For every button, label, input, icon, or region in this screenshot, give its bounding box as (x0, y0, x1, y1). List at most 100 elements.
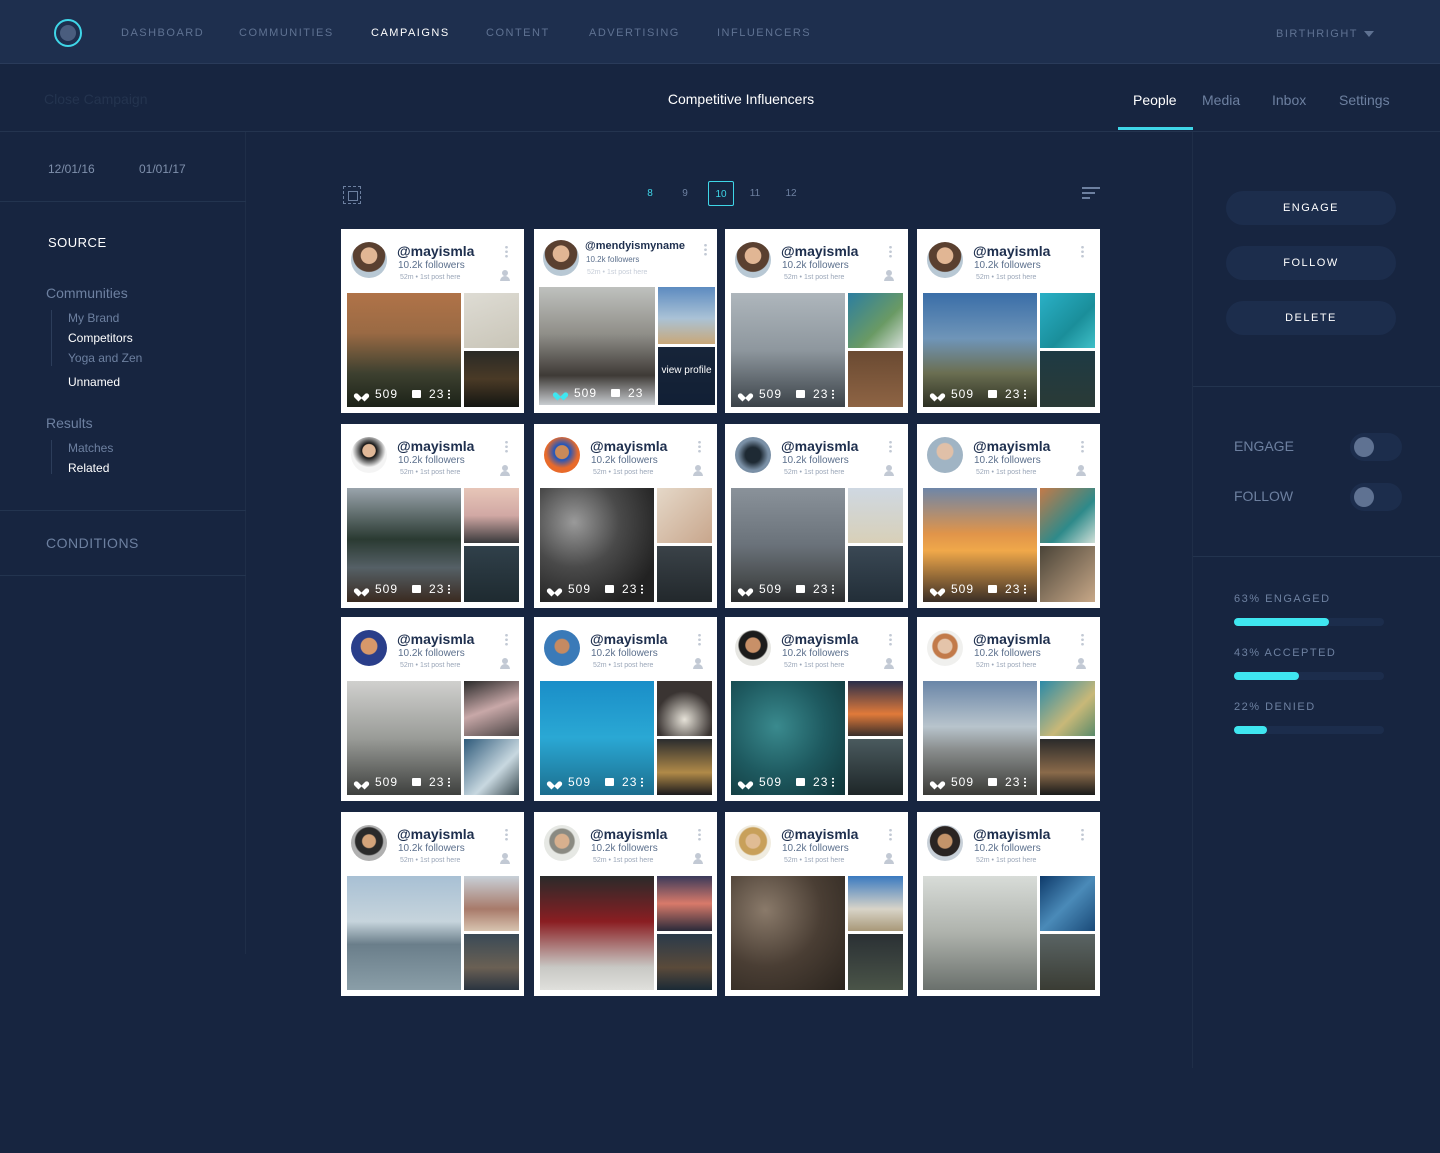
comment-icon[interactable] (988, 778, 998, 786)
heart-icon[interactable] (550, 585, 560, 594)
post-image[interactable] (657, 681, 712, 736)
page-11[interactable]: 11 (742, 181, 768, 206)
username[interactable]: @mayismla (397, 243, 474, 259)
post-image[interactable] (1040, 934, 1095, 990)
more-options-icon[interactable] (505, 245, 508, 258)
heart-icon[interactable] (357, 778, 367, 787)
influencer-card[interactable]: @mayismla 10.2k followers 52m • 1st post… (534, 812, 717, 996)
more-options-icon[interactable] (505, 440, 508, 453)
username[interactable]: @mayismla (973, 826, 1050, 842)
post-image[interactable] (464, 739, 519, 795)
avatar[interactable] (544, 825, 580, 861)
page-9[interactable]: 9 (672, 181, 698, 206)
more-options-icon[interactable] (889, 440, 892, 453)
more-options-icon[interactable] (505, 828, 508, 841)
influencer-card[interactable]: @mayismla 10.2k followers 52m • 1st post… (341, 229, 524, 413)
avatar[interactable] (351, 825, 387, 861)
tab-settings[interactable]: Settings (1339, 92, 1390, 108)
add-user-icon[interactable] (881, 658, 895, 670)
post-image[interactable] (464, 293, 519, 348)
sort-icon[interactable] (1082, 187, 1100, 201)
engage-button[interactable]: ENGAGE (1226, 191, 1396, 225)
chevron-down-icon[interactable] (1364, 31, 1374, 37)
add-user-icon[interactable] (1073, 465, 1087, 477)
more-options-icon[interactable] (698, 828, 701, 841)
more-options-icon[interactable] (698, 633, 701, 646)
community-yoga-and-zen[interactable]: Yoga and Zen (68, 351, 142, 365)
community-competitors[interactable]: Competitors (68, 331, 133, 345)
more-options-icon[interactable] (1081, 633, 1084, 646)
influencer-card[interactable]: @mayismla 10.2k followers 52m • 1st post… (341, 424, 524, 608)
nav-advertising[interactable]: ADVERTISING (589, 27, 680, 39)
results-matches[interactable]: Matches (68, 441, 113, 455)
post-image[interactable] (658, 287, 715, 344)
post-image[interactable] (1040, 739, 1095, 795)
influencer-card[interactable]: @mayismla 10.2k followers 52m • 1st post… (725, 424, 908, 608)
avatar[interactable] (735, 242, 771, 278)
nav-dashboard[interactable]: DASHBOARD (121, 27, 204, 39)
avatar[interactable] (543, 240, 579, 276)
page-8[interactable]: 8 (637, 181, 663, 206)
nav-campaigns[interactable]: CAMPAIGNS (371, 27, 450, 39)
heart-icon[interactable] (741, 585, 751, 594)
add-user-icon[interactable] (881, 465, 895, 477)
heart-icon[interactable] (933, 390, 943, 399)
influencer-card[interactable]: @mayismla 10.2k followers 52m • 1st post… (341, 617, 524, 801)
influencer-card[interactable]: @mendyismyname 10.2k followers 52m • 1st… (534, 229, 717, 413)
more-icon[interactable] (1024, 777, 1027, 787)
follow-button[interactable]: FOLLOW (1226, 246, 1396, 280)
post-image[interactable] (464, 681, 519, 736)
post-image-main[interactable] (347, 876, 461, 990)
avatar[interactable] (351, 242, 387, 278)
post-image[interactable] (848, 681, 903, 736)
more-icon[interactable] (448, 389, 451, 399)
post-image[interactable] (657, 876, 712, 931)
username[interactable]: @mayismla (590, 438, 667, 454)
post-image[interactable] (464, 934, 519, 990)
influencer-card[interactable]: @mayismla 10.2k followers 52m • 1st post… (725, 229, 908, 413)
heart-icon[interactable] (556, 389, 566, 398)
influencer-card[interactable]: @mayismla 10.2k followers 52m • 1st post… (917, 424, 1100, 608)
comment-icon[interactable] (605, 778, 615, 786)
influencer-card[interactable]: @mayismla 10.2k followers 52m • 1st post… (917, 229, 1100, 413)
communities-label[interactable]: Communities (46, 285, 128, 301)
avatar[interactable] (351, 437, 387, 473)
more-icon[interactable] (832, 584, 835, 594)
post-image-main[interactable] (731, 876, 845, 990)
add-user-icon[interactable] (881, 853, 895, 865)
tab-inbox[interactable]: Inbox (1272, 92, 1306, 108)
username[interactable]: @mayismla (781, 631, 858, 647)
add-user-icon[interactable] (690, 853, 704, 865)
nav-influencers[interactable]: INFLUENCERS (717, 27, 811, 39)
post-image[interactable] (1040, 488, 1095, 543)
post-image[interactable] (657, 488, 712, 543)
engage-toggle[interactable] (1350, 433, 1402, 461)
more-options-icon[interactable] (889, 828, 892, 841)
add-user-icon[interactable] (497, 853, 511, 865)
add-user-icon[interactable] (497, 658, 511, 670)
heart-icon[interactable] (933, 585, 943, 594)
avatar[interactable] (544, 630, 580, 666)
nav-communities[interactable]: COMMUNITIES (239, 27, 334, 39)
results-label[interactable]: Results (46, 415, 93, 431)
add-user-icon[interactable] (690, 658, 704, 670)
more-icon[interactable] (832, 777, 835, 787)
more-options-icon[interactable] (1081, 245, 1084, 258)
more-options-icon[interactable] (704, 243, 707, 256)
heart-icon[interactable] (741, 778, 751, 787)
heart-icon[interactable] (357, 390, 367, 399)
influencer-card[interactable]: @mayismla 10.2k followers 52m • 1st post… (725, 617, 908, 801)
more-icon[interactable] (448, 584, 451, 594)
heart-icon[interactable] (550, 778, 560, 787)
post-image[interactable] (1040, 546, 1095, 602)
more-icon[interactable] (641, 777, 644, 787)
post-image[interactable] (1040, 293, 1095, 348)
username[interactable]: @mayismla (590, 826, 667, 842)
comment-icon[interactable] (611, 389, 621, 397)
add-user-icon[interactable] (1073, 658, 1087, 670)
add-user-icon[interactable] (690, 465, 704, 477)
avatar[interactable] (927, 825, 963, 861)
more-options-icon[interactable] (1081, 828, 1084, 841)
community-my-brand[interactable]: My Brand (68, 311, 119, 325)
more-icon[interactable] (448, 777, 451, 787)
